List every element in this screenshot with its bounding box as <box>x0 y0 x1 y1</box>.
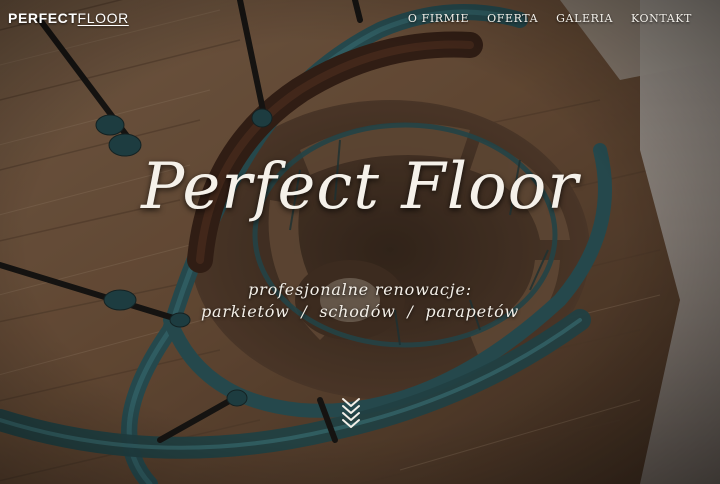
main-menu: O FIRMIE OFERTA GALERIA KONTAKT <box>408 12 692 25</box>
double-chevron-down-icon <box>342 398 360 428</box>
nav-item-o-firmie[interactable]: O FIRMIE <box>408 12 469 25</box>
hero-subtitle-line2: parkietów / schodów / parapetów <box>200 302 520 321</box>
hero-subtitle: profesjonalne renowacje: parkietów / sch… <box>0 279 720 323</box>
hero-section: PERFECTFLOOR O FIRMIE OFERTA GALERIA KON… <box>0 0 720 484</box>
brand-logo-bold: PERFECT <box>8 10 78 26</box>
nav-item-oferta[interactable]: OFERTA <box>487 12 538 25</box>
nav-item-kontakt[interactable]: KONTAKT <box>631 12 692 25</box>
hero-title: Perfect Floor <box>141 150 579 224</box>
scroll-down-button[interactable] <box>340 395 362 429</box>
hero-subtitle-line1: profesjonalne renowacje: <box>248 280 472 299</box>
brand-logo[interactable]: PERFECTFLOOR <box>8 10 129 26</box>
nav-item-galeria[interactable]: GALERIA <box>556 12 613 25</box>
brand-logo-light: FLOOR <box>77 10 129 26</box>
top-navigation-bar: PERFECTFLOOR O FIRMIE OFERTA GALERIA KON… <box>0 0 720 38</box>
